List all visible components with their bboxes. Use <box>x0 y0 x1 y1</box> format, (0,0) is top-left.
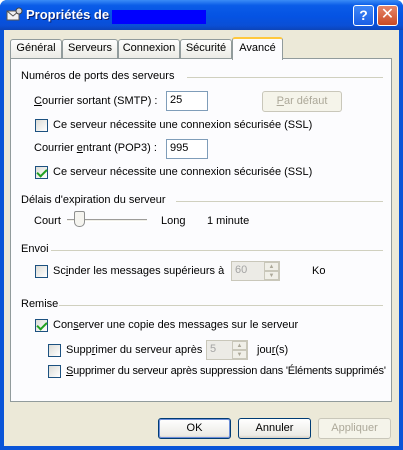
tab-general[interactable]: Général <box>10 39 62 58</box>
spin-up-icon[interactable]: ▲ <box>264 262 279 271</box>
help-button[interactable]: ? <box>353 5 374 26</box>
cancel-button[interactable]: Annuler <box>238 418 311 439</box>
delivery-group-divider <box>59 305 383 306</box>
keep-copy-checkbox[interactable] <box>35 319 48 332</box>
remove-after-label: Supprimer du serveur après <box>66 344 203 356</box>
remove-after-spinner[interactable]: ▲ ▼ <box>232 341 247 359</box>
ok-button[interactable]: OK <box>158 418 231 439</box>
ports-group-title: Numéros de ports des serveurs <box>21 70 175 82</box>
pop3-port-input[interactable]: 995 <box>166 139 208 159</box>
pop3-ssl-checkbox[interactable] <box>35 166 48 179</box>
tab-advanced[interactable]: Avancé <box>232 37 283 60</box>
split-messages-checkbox[interactable] <box>35 265 48 278</box>
split-size-unit: Ko <box>312 265 326 277</box>
mail-account-icon <box>6 7 23 22</box>
keep-copy-label: Conserver une copie des messages sur le … <box>53 319 299 331</box>
timeout-group-title: Délais d'expiration du serveur <box>21 194 166 206</box>
spin-up-icon[interactable]: ▲ <box>232 341 247 350</box>
dialog-body: Général Serveurs Connexion Sécurité Avan… <box>4 30 399 446</box>
remove-deleted-label: Supprimer du serveur après suppression d… <box>66 365 386 377</box>
ports-group-divider <box>187 77 383 78</box>
timeout-group-divider <box>176 201 383 202</box>
timeout-value: 1 minute <box>207 215 250 227</box>
pop3-ssl-label: Ce serveur nécessite une connexion sécur… <box>53 166 313 178</box>
smtp-ssl-label: Ce serveur nécessite une connexion sécur… <box>53 119 313 131</box>
close-icon: ✕ <box>380 6 395 23</box>
timeout-long-label: Long <box>161 215 186 227</box>
send-group-divider <box>51 250 383 251</box>
remove-after-unit: jour(s) <box>257 344 289 356</box>
tab-security[interactable]: Sécurité <box>180 39 232 58</box>
smtp-ssl-checkbox[interactable] <box>35 119 48 132</box>
apply-button[interactable]: Appliquer <box>318 418 391 439</box>
properties-window: Propriétés de ? ✕ Général Serveurs Conne… <box>0 0 403 450</box>
split-size-spinner[interactable]: ▲ ▼ <box>264 262 279 280</box>
split-messages-label: Scinder les messages supérieurs à <box>53 265 225 277</box>
advanced-tab-panel: Numéros de ports des serveurs Courrier s… <box>10 58 392 402</box>
remove-deleted-checkbox[interactable] <box>48 365 61 378</box>
spin-down-icon[interactable]: ▼ <box>264 271 279 280</box>
close-button[interactable]: ✕ <box>377 5 398 26</box>
window-title: Propriétés de <box>26 7 110 22</box>
pop3-port-label: Courrier entrant (POP3) : <box>34 142 157 154</box>
timeout-slider-thumb[interactable] <box>73 211 85 227</box>
tab-servers[interactable]: Serveurs <box>62 39 118 58</box>
default-ports-button[interactable]: Par défaut <box>262 91 342 112</box>
spin-down-icon[interactable]: ▼ <box>232 350 247 359</box>
redacted-account-name <box>112 10 206 24</box>
delivery-group-title: Remise <box>21 298 59 310</box>
title-bar[interactable]: Propriétés de ? ✕ <box>0 0 403 30</box>
send-group-title: Envoi <box>21 243 49 255</box>
tab-connection[interactable]: Connexion <box>118 39 180 58</box>
timeout-short-label: Court <box>34 215 61 227</box>
smtp-port-input[interactable]: 25 <box>166 91 208 111</box>
remove-after-checkbox[interactable] <box>48 344 61 357</box>
smtp-port-label: Courrier sortant (SMTP) : <box>34 95 158 107</box>
